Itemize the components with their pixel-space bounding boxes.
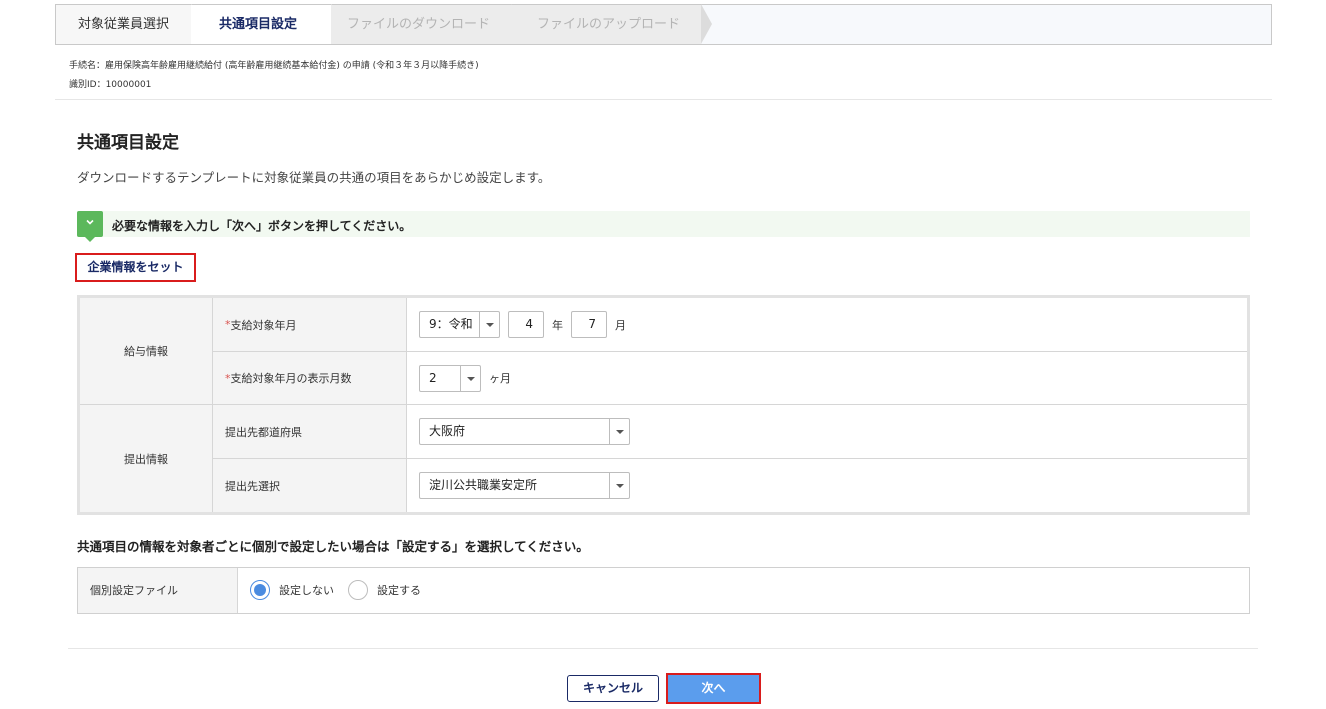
individual-file-table: 個別設定ファイル 設定しない 設定する: [77, 567, 1250, 614]
year-unit: 年: [552, 318, 563, 332]
prefecture-label: 提出先都道府県: [213, 405, 407, 459]
display-months-label: * 支給対象年月の表示月数: [213, 352, 407, 405]
caret-down-icon: [460, 365, 480, 391]
notice-text: 必要な情報を入力し「次へ」ボタンを押してください。: [112, 219, 412, 233]
select-value: 淀川公共職業安定所: [429, 478, 538, 492]
page-description: ダウンロードするテンプレートに対象従業員の共通の項目をあらかじめ設定します。: [77, 170, 551, 185]
office-value: 淀川公共職業安定所: [407, 459, 1247, 512]
step-common-settings: 共通項目設定: [191, 5, 331, 44]
step-separator: [701, 4, 712, 44]
display-months-select[interactable]: 2: [419, 364, 481, 392]
target-month-label: * 支給対象年月: [213, 298, 407, 352]
month-input[interactable]: 7: [571, 311, 607, 338]
footer-divider: [68, 648, 1258, 649]
select-value: 2: [429, 370, 437, 385]
group-label: 給与情報: [124, 345, 168, 358]
individual-setting-note: 共通項目の情報を対象者ごとに個別で設定したい場合は「設定する」を選択してください…: [77, 539, 589, 554]
step-label: ファイルのアップロード: [537, 17, 681, 32]
field-label: 支給対象年月: [230, 318, 297, 332]
radio-unchecked-icon[interactable]: [348, 580, 368, 600]
prefecture-select[interactable]: 大阪府: [419, 418, 630, 445]
common-settings-table: 給与情報 * 支給対象年月 9：令和 4 年 7 月 * 支給対象年月の表示月数 2…: [77, 295, 1250, 515]
procedure-name: 手続名：雇用保険高年齢雇用継続給付 (高年齢雇用継続基本給付金) の申請 (令和…: [69, 61, 479, 71]
field-label: 提出先都道府県: [225, 425, 302, 439]
cancel-button[interactable]: キャンセル: [567, 675, 659, 702]
step-label: ファイルのダウンロード: [347, 17, 491, 32]
stepper-filler: [701, 5, 1271, 44]
target-month-value: 9：令和 4 年 7 月: [407, 298, 1247, 352]
radio-checked-icon[interactable]: [250, 580, 270, 600]
step-file-download: ファイルのダウンロード: [331, 5, 511, 44]
months-unit: ヶ月: [489, 372, 511, 385]
page-title: 共通項目設定: [77, 133, 179, 153]
progress-stepper: 対象従業員選択 共通項目設定 ファイルのダウンロード ファイルのアップロード: [55, 4, 1272, 45]
office-select[interactable]: 淀川公共職業安定所: [419, 472, 630, 499]
divider: [55, 99, 1272, 100]
radio-label: 設定する: [377, 584, 421, 597]
submission-group-label: 提出情報: [80, 405, 213, 512]
salary-group-label: 給与情報: [80, 298, 213, 405]
office-label: 提出先選択: [213, 459, 407, 512]
step-select-employees: 対象従業員選択: [56, 5, 191, 44]
next-button[interactable]: 次へ: [668, 675, 759, 702]
year-input[interactable]: 4: [508, 311, 544, 338]
era-select[interactable]: 9：令和: [419, 311, 500, 338]
chevron-down-icon: [77, 211, 103, 242]
step-file-upload: ファイルのアップロード: [511, 5, 701, 44]
notice-banner: 必要な情報を入力し「次へ」ボタンを押してください。: [77, 211, 1250, 242]
display-months-value: 2 ヶ月: [407, 352, 1247, 405]
set-company-info-button[interactable]: 企業情報をセット: [75, 253, 196, 282]
month-unit: 月: [615, 318, 626, 332]
caret-down-icon: [609, 419, 629, 444]
caret-down-icon: [479, 312, 499, 337]
step-label: 対象従業員選択: [78, 17, 170, 32]
prefecture-value: 大阪府: [407, 405, 1247, 459]
radio-option-off[interactable]: 設定しない: [250, 580, 334, 600]
radio-label: 設定しない: [279, 584, 334, 597]
field-label: 支給対象年月の表示月数: [230, 372, 352, 385]
select-value: 大阪府: [429, 424, 466, 438]
caret-down-icon: [609, 473, 629, 498]
field-label: 提出先選択: [225, 479, 280, 493]
individual-file-label: 個別設定ファイル: [78, 568, 238, 613]
group-label: 提出情報: [124, 452, 168, 466]
select-value: 9：令和: [429, 317, 473, 331]
radio-option-on[interactable]: 設定する: [348, 580, 421, 600]
step-label: 共通項目設定: [219, 17, 298, 32]
identifier: 識別ID：10000001: [69, 80, 152, 90]
